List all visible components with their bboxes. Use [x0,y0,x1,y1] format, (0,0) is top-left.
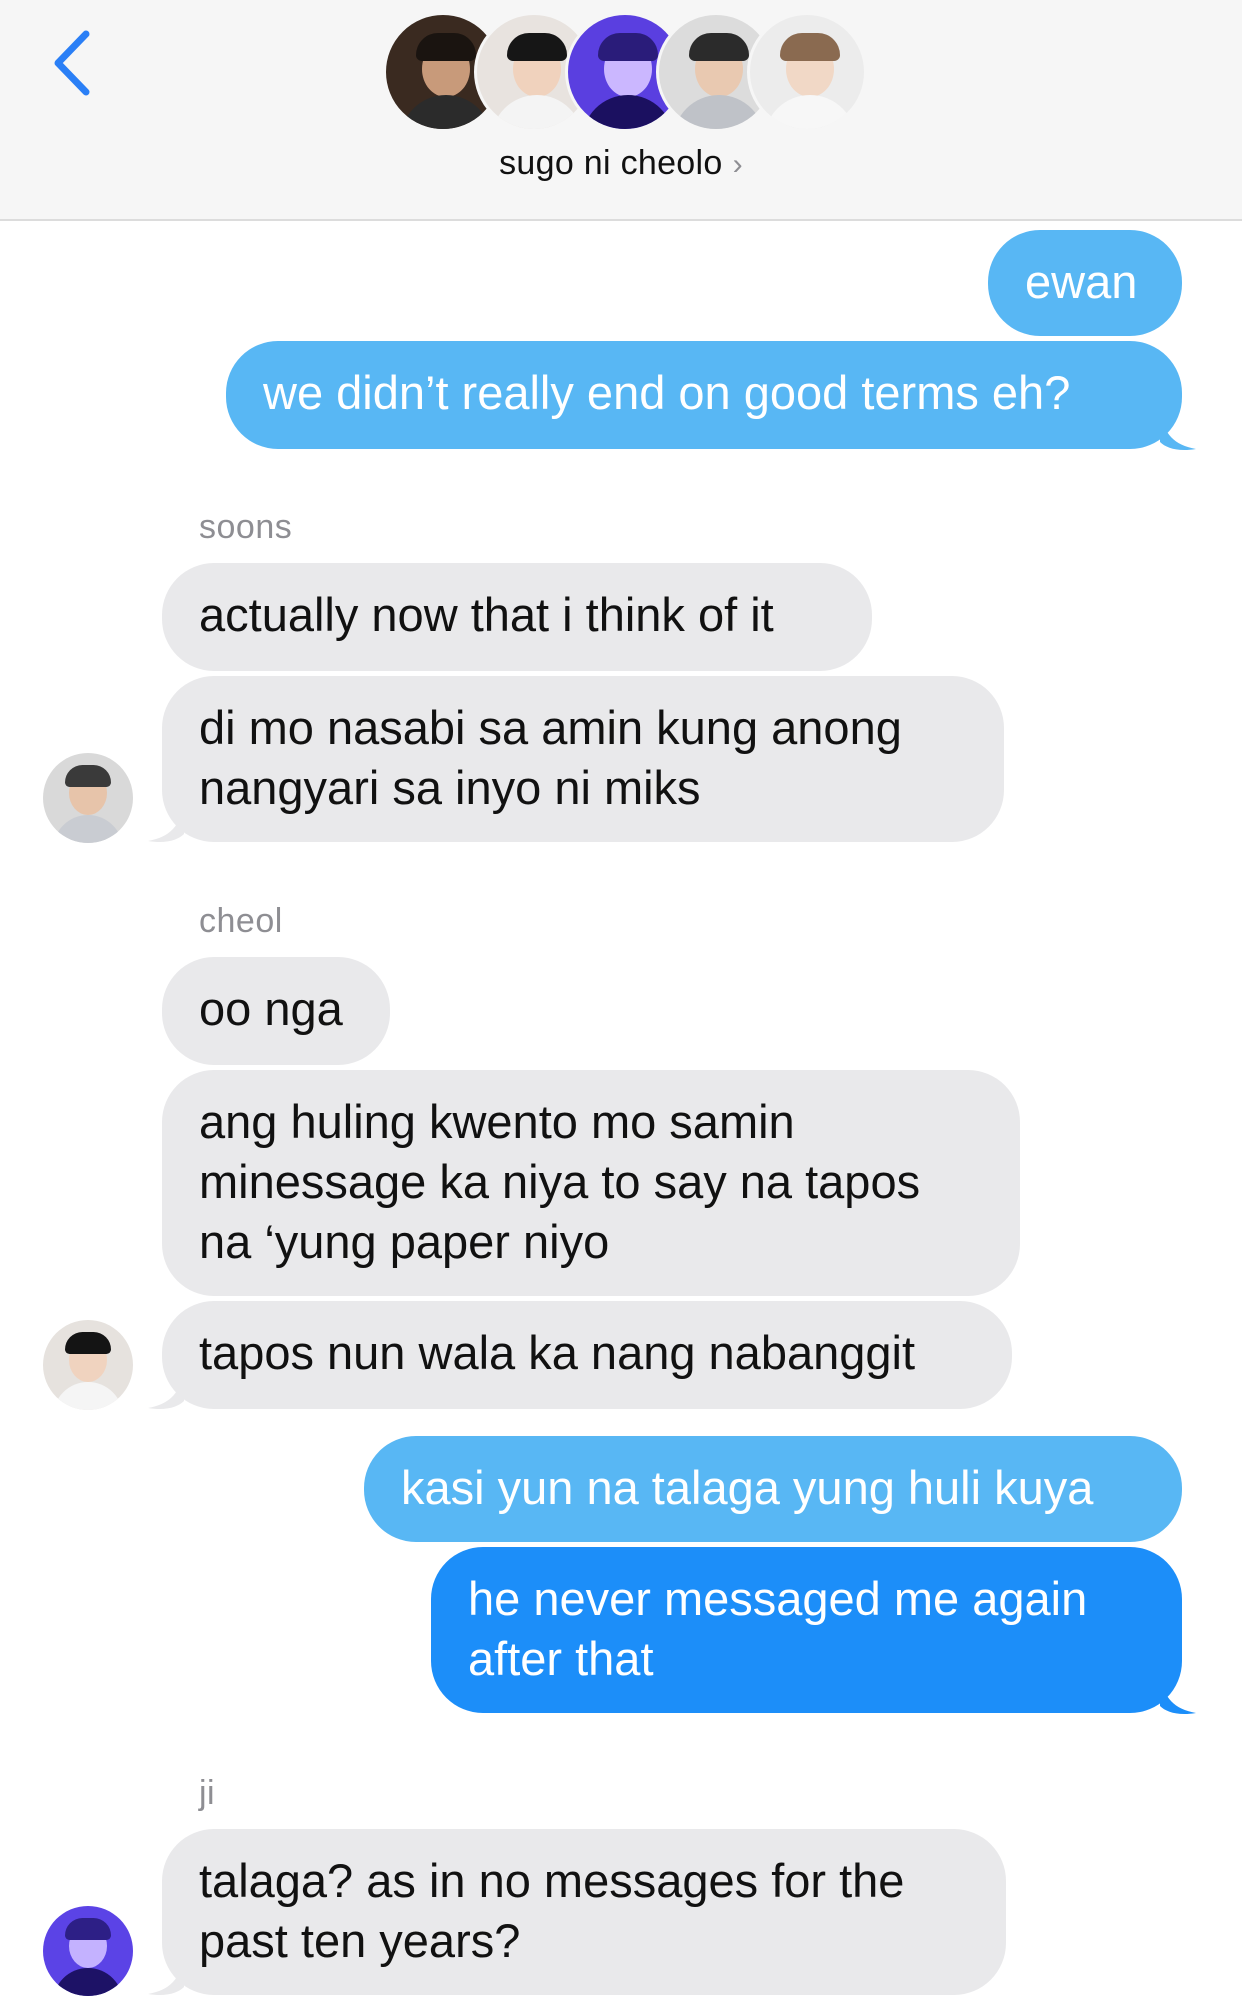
message-text-line: nangyari sa inyo ni miks [199,761,701,814]
message-text: we didn’t really end on good terms eh? [263,366,1071,419]
received-message[interactable]: di mo nasabi sa amin kung anong nangyari… [162,676,1004,842]
received-message[interactable]: actually now that i think of it [162,563,872,671]
message-text: oo nga [199,982,343,1035]
message-text-line: after that [468,1632,654,1685]
message-text: actually now that i think of it [199,588,774,641]
message-text-line: he never messaged me again [468,1572,1088,1625]
group-name: sugo ni cheolo [499,144,723,182]
bubble-tail [148,1371,184,1410]
message-text-line: talaga? as in no messages for the [199,1854,905,1907]
bubble-tail [1160,412,1196,451]
message-text-line: na ‘yung paper niyo [199,1215,610,1268]
message-text-line: ang huling kwento mo samin [199,1095,795,1148]
bubble-tail [148,1957,184,1996]
sender-avatar[interactable] [43,1906,133,1996]
received-message[interactable]: ang huling kwento mo samin minessage ka … [162,1070,1020,1296]
received-message[interactable]: talaga? as in no messages for the past t… [162,1829,1006,1995]
group-avatars[interactable] [0,0,1242,140]
message-text-line: di mo nasabi sa amin kung anong [199,701,902,754]
received-message[interactable]: oo nga [162,957,390,1065]
chevron-right-icon: › [732,148,743,181]
sender-avatar[interactable] [43,1320,133,1410]
received-message[interactable]: tapos nun wala ka nang nabanggit [162,1301,1012,1409]
conversation-header: sugo ni cheolo › [0,0,1242,221]
bubble-tail [148,804,184,843]
sent-message[interactable]: kasi yun na talaga yung huli kuya [364,1436,1182,1542]
sender-avatar[interactable] [43,753,133,843]
bubble-tail [1160,1676,1196,1715]
group-name-button[interactable]: sugo ni cheolo › [0,144,1242,183]
sent-message[interactable]: we didn’t really end on good terms eh? [226,341,1182,449]
sender-name: soons [199,508,293,546]
sender-name: cheol [199,902,283,940]
sent-message[interactable]: he never messaged me again after that [431,1547,1182,1713]
sent-message[interactable]: ewan [988,230,1182,336]
group-avatar [747,12,867,132]
message-text-line: past ten years? [199,1914,521,1967]
message-text: ewan [1025,255,1138,308]
sender-name: ji [199,1774,216,1812]
message-text: tapos nun wala ka nang nabanggit [199,1326,916,1379]
message-text: kasi yun na talaga yung huli kuya [401,1461,1094,1514]
message-text-line: minessage ka niya to say na tapos [199,1155,921,1208]
